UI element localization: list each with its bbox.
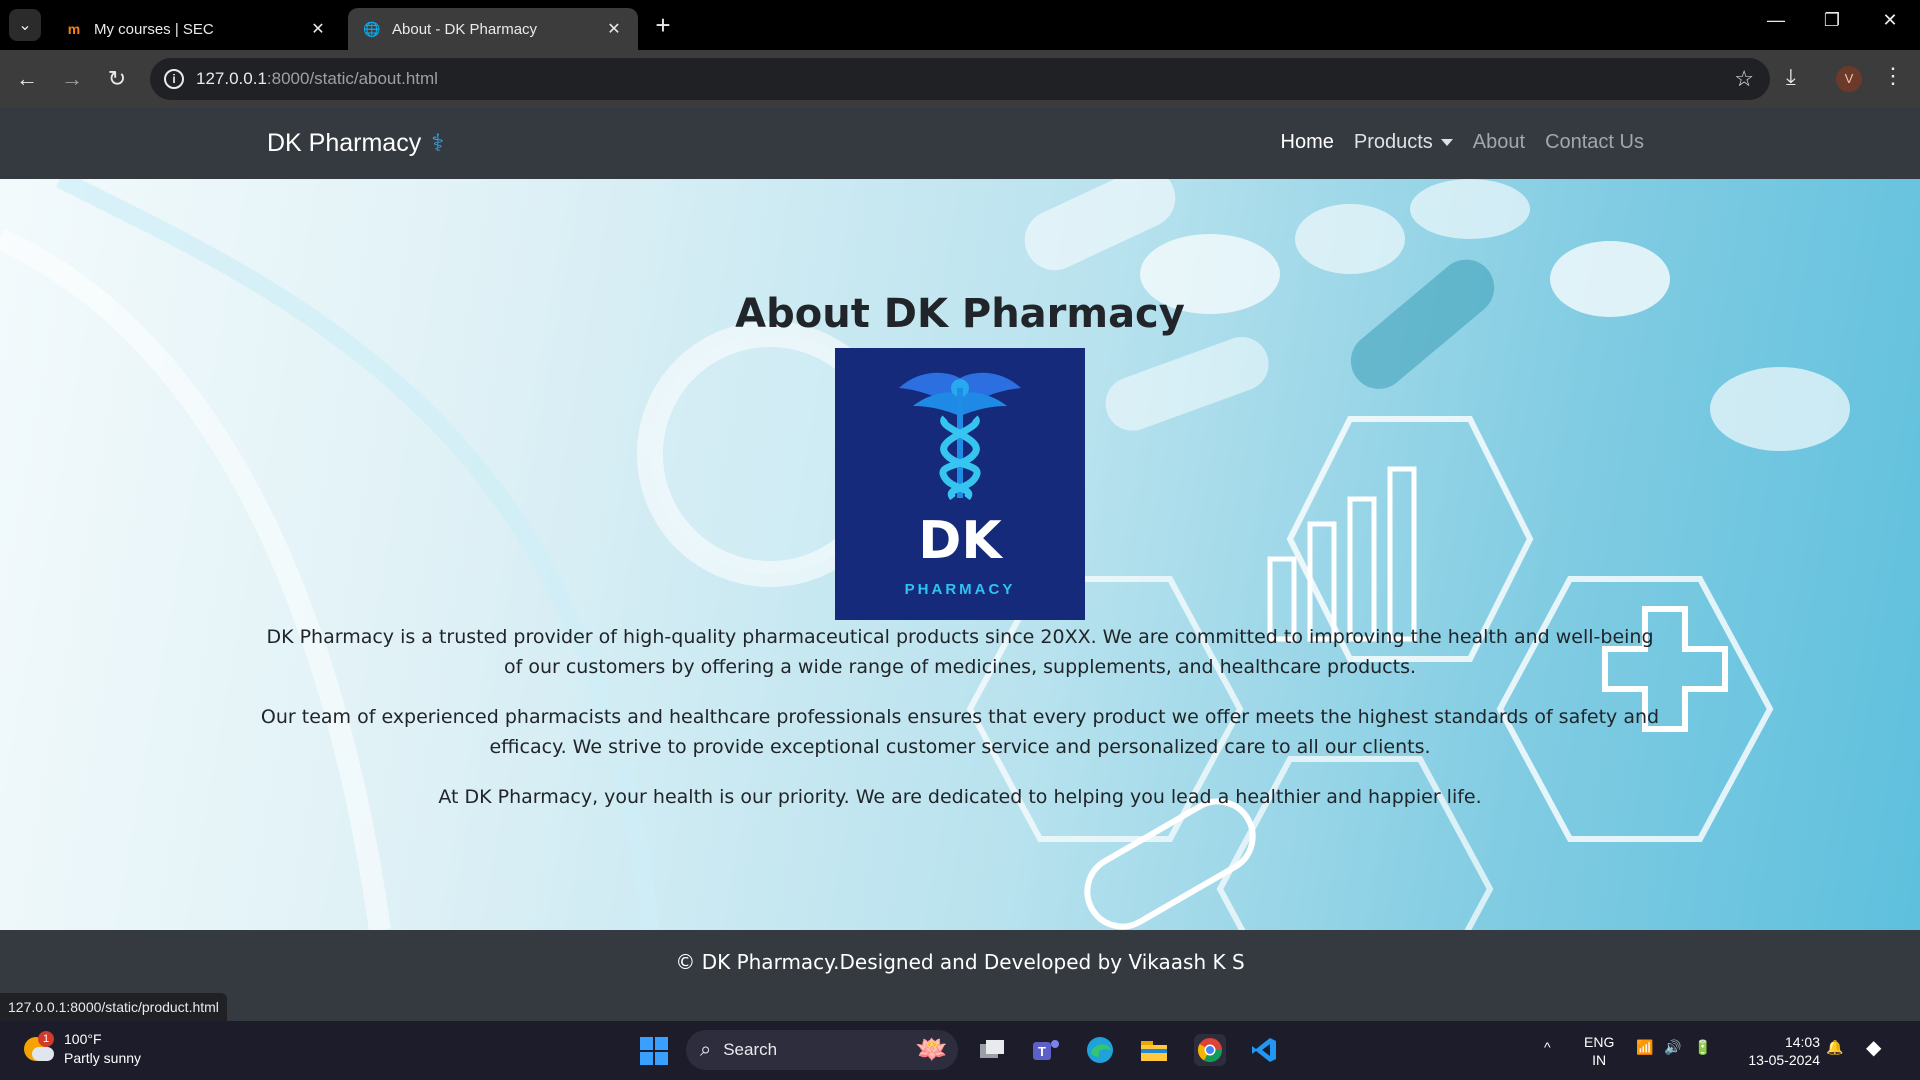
weather-desc: Partly sunny xyxy=(64,1050,142,1066)
start-button[interactable] xyxy=(640,1037,668,1065)
logo-subtitle: PHARMACY xyxy=(904,581,1016,598)
file-explorer-icon[interactable] xyxy=(1138,1034,1170,1066)
weather-temp: 100°F xyxy=(64,1031,102,1047)
address-bar[interactable]: i 127.0.0.1:8000/static/about.html ☆ xyxy=(150,58,1770,100)
weather-widget[interactable]: 1 100°F Partly sunny xyxy=(22,1030,141,1068)
browser-tab-about[interactable]: 🌐 About - DK Pharmacy ✕ xyxy=(348,8,638,50)
page-title: About DK Pharmacy xyxy=(735,291,1185,337)
system-clock[interactable]: 14:03 13-05-2024 xyxy=(1740,1033,1820,1069)
about-paragraph-2: Our team of experienced pharmacists and … xyxy=(260,706,1660,758)
windows-taskbar: 1 100°F Partly sunny ⌕ Search 🪷 T ^ ENG … xyxy=(0,1021,1920,1080)
notification-bell-icon[interactable]: 🔔 xyxy=(1826,1039,1843,1056)
nav-contact[interactable]: Contact Us xyxy=(1545,131,1644,154)
footer-credit: © DK Pharmacy.Designed and Developed by … xyxy=(675,950,1245,974)
browser-toolbar: ← → ↻ i 127.0.0.1:8000/static/about.html… xyxy=(0,50,1920,108)
partly-sunny-icon: 1 xyxy=(22,1031,54,1065)
reload-icon[interactable]: ↻ xyxy=(102,64,132,94)
wifi-icon[interactable]: 📶 xyxy=(1636,1039,1653,1056)
close-icon[interactable]: ✕ xyxy=(604,19,624,39)
window-close-icon[interactable]: ✕ xyxy=(1870,10,1910,31)
moodle-icon: m xyxy=(67,21,81,37)
new-tab-button[interactable]: + xyxy=(650,12,676,38)
brand-name: DK Pharmacy xyxy=(267,129,422,157)
forward-icon[interactable]: → xyxy=(57,64,87,94)
site-footer: © DK Pharmacy.Designed and Developed by … xyxy=(0,930,1920,1021)
url-text[interactable]: 127.0.0.1:8000/static/about.html xyxy=(196,69,438,89)
kebab-menu-icon[interactable]: ⋮ xyxy=(1882,63,1904,89)
download-icon[interactable]: ⤓ xyxy=(1786,64,1796,90)
bookmark-star-icon[interactable]: ☆ xyxy=(1734,66,1754,92)
about-paragraph-1: DK Pharmacy is a trusted provider of hig… xyxy=(266,626,1654,678)
chevron-up-icon[interactable]: ^ xyxy=(1544,1039,1551,1055)
battery-icon[interactable]: 🔋 xyxy=(1694,1039,1711,1056)
close-icon[interactable]: ✕ xyxy=(308,19,328,39)
chrome-icon[interactable] xyxy=(1194,1034,1226,1066)
taskbar-search[interactable]: ⌕ Search 🪷 xyxy=(686,1030,958,1070)
vscode-icon[interactable] xyxy=(1248,1034,1280,1066)
browser-tab-bar: ⌄ m My courses | SEC ✕ 🌐 About - DK Phar… xyxy=(0,0,1920,50)
site-navbar: DK Pharmacy ⚕ Home Products About Contac… xyxy=(0,108,1920,179)
site-info-icon[interactable]: i xyxy=(164,69,184,89)
lotus-icon: 🪷 xyxy=(915,1034,948,1064)
volume-icon[interactable]: 🔊 xyxy=(1664,1039,1681,1056)
brand-link[interactable]: DK Pharmacy ⚕ xyxy=(267,129,444,158)
web-page: DK Pharmacy ⚕ Home Products About Contac… xyxy=(0,108,1920,1021)
edge-icon[interactable] xyxy=(1084,1034,1116,1066)
search-label: Search xyxy=(723,1040,778,1059)
dk-pharmacy-logo: DK PHARMACY xyxy=(835,348,1085,620)
tab-title: My courses | SEC xyxy=(94,20,214,38)
restore-icon[interactable]: ❐ xyxy=(1812,10,1852,31)
about-paragraph-3: At DK Pharmacy, your health is our prior… xyxy=(438,786,1482,808)
minimize-icon[interactable]: — xyxy=(1756,10,1796,31)
notification-badge: 1 xyxy=(38,1031,54,1047)
nav-about[interactable]: About xyxy=(1473,131,1525,154)
caduceus-logo-icon xyxy=(899,372,1021,501)
language-indicator[interactable]: ENG IN xyxy=(1584,1033,1614,1069)
logo-title: DK xyxy=(918,511,1002,571)
copilot-icon[interactable]: ◆ xyxy=(1866,1035,1881,1060)
teams-icon[interactable]: T xyxy=(1030,1034,1062,1066)
about-section: About DK Pharmacy DK PHARMACY DK Pharmac… xyxy=(0,179,1920,930)
nav-links: Home Products About Contact Us xyxy=(1281,131,1645,154)
chevron-down-icon: ⌄ xyxy=(18,17,32,34)
caret-down-icon xyxy=(1440,139,1453,147)
nav-products-dropdown[interactable]: Products xyxy=(1354,131,1453,154)
link-status-bubble: 127.0.0.1:8000/static/product.html xyxy=(0,993,227,1021)
tab-title: About - DK Pharmacy xyxy=(392,20,538,38)
task-view-icon[interactable] xyxy=(976,1034,1008,1066)
back-icon[interactable]: ← xyxy=(12,64,42,94)
tab-search-button[interactable]: ⌄ xyxy=(9,9,41,41)
profile-avatar[interactable]: V xyxy=(1836,66,1862,92)
caduceus-icon: ⚕ xyxy=(431,130,445,157)
globe-icon: 🌐 xyxy=(363,20,381,37)
nav-home[interactable]: Home xyxy=(1281,131,1334,154)
svg-text:T: T xyxy=(1038,1044,1046,1059)
search-icon: ⌕ xyxy=(700,1038,712,1061)
browser-tab-courses[interactable]: m My courses | SEC ✕ xyxy=(50,8,342,50)
